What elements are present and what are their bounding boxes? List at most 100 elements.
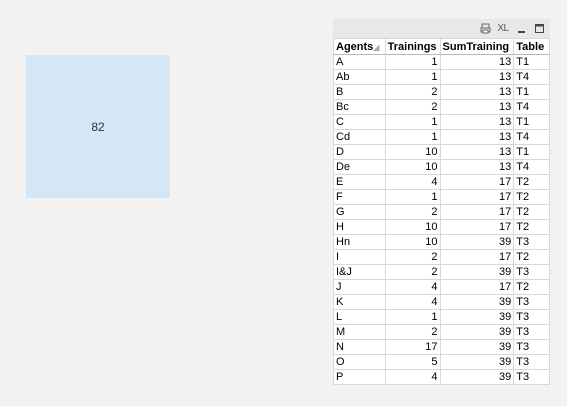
cell-sumtraining: 39 [439, 264, 515, 280]
table-row[interactable]: I 2 17 T2 [333, 249, 550, 265]
cell-table[interactable]: T4 [513, 99, 550, 115]
cell-table[interactable]: T3 [513, 294, 550, 310]
table-row[interactable]: D 10 13 T1 [333, 144, 550, 160]
cell-agent[interactable]: G [333, 204, 386, 220]
maximize-icon[interactable] [532, 22, 546, 36]
cell-agent[interactable]: Cd [333, 129, 386, 145]
cell-agent[interactable]: N [333, 339, 386, 355]
cell-trainings: 10 [384, 234, 441, 250]
table-row[interactable]: G 2 17 T2 [333, 204, 550, 220]
cell-table[interactable]: T3 [513, 234, 550, 250]
cell-agent[interactable]: K [333, 294, 386, 310]
cell-agent[interactable]: I [333, 249, 386, 265]
cell-table[interactable]: T3 [513, 354, 550, 370]
table-row[interactable]: C 1 13 T1 [333, 114, 550, 130]
cell-agent[interactable]: H [333, 219, 386, 235]
cell-table[interactable]: T1 [513, 54, 550, 70]
cell-sumtraining: 13 [439, 84, 515, 100]
cell-table[interactable]: T2 [513, 204, 550, 220]
cell-table[interactable]: T2 [513, 249, 550, 265]
print-icon[interactable] [478, 22, 492, 36]
cell-agent[interactable]: I&J [333, 264, 386, 280]
col-header-agents[interactable]: Agents◢ [333, 38, 386, 55]
cell-agent[interactable]: E [333, 174, 386, 190]
cell-agent[interactable]: M [333, 324, 386, 340]
cell-trainings: 1 [384, 129, 441, 145]
cell-table[interactable]: T4 [513, 69, 550, 85]
table-row[interactable]: Hn 10 39 T3 [333, 234, 550, 250]
table-row[interactable]: O 5 39 T3 [333, 354, 550, 370]
table-row[interactable]: A 1 13 T1 [333, 54, 550, 70]
cell-table[interactable]: T4 [513, 159, 550, 175]
cell-agent[interactable]: O [333, 354, 386, 370]
cell-table[interactable]: T2 [513, 219, 550, 235]
cell-sumtraining: 17 [439, 189, 515, 205]
cell-table[interactable]: T1 [513, 144, 550, 160]
cell-table[interactable]: T3 [513, 324, 550, 340]
cell-trainings: 2 [384, 249, 441, 265]
table-row[interactable]: M 2 39 T3 [333, 324, 550, 340]
table-row[interactable]: De 10 13 T4 [333, 159, 550, 175]
table-row[interactable]: E 4 17 T2 [333, 174, 550, 190]
cell-agent[interactable]: D [333, 144, 386, 160]
cell-agent[interactable]: Hn [333, 234, 386, 250]
col-header-agents-label: Agents [336, 40, 374, 53]
cell-trainings: 1 [384, 69, 441, 85]
cell-table[interactable]: T4 [513, 129, 550, 145]
cell-sumtraining: 13 [439, 114, 515, 130]
table-row[interactable]: N 17 39 T3 [333, 339, 550, 355]
cell-trainings: 10 [384, 159, 441, 175]
cell-table[interactable]: T3 [513, 309, 550, 325]
cell-table[interactable]: T1 [513, 114, 550, 130]
cell-sumtraining: 17 [439, 174, 515, 190]
cell-trainings: 4 [384, 279, 441, 295]
table-row[interactable]: Bc 2 13 T4 [333, 99, 550, 115]
cell-sumtraining: 39 [439, 369, 515, 385]
table-row[interactable]: J 4 17 T2 [333, 279, 550, 295]
table-header-row: Agents◢ Trainings SumTraining Table [333, 38, 550, 55]
cell-agent[interactable]: C [333, 114, 386, 130]
cell-table[interactable]: T1 [513, 84, 550, 100]
table-row[interactable]: H 10 17 T2 [333, 219, 550, 235]
cell-agent[interactable]: L [333, 309, 386, 325]
table-row[interactable]: K 4 39 T3 [333, 294, 550, 310]
minimize-icon[interactable] [514, 22, 528, 36]
col-header-table[interactable]: Table [513, 38, 550, 55]
excel-export-icon[interactable]: XL [496, 22, 510, 36]
cell-agent[interactable]: B [333, 84, 386, 100]
cell-agent[interactable]: J [333, 279, 386, 295]
table-row[interactable]: P 4 39 T3 [333, 369, 550, 385]
cell-table[interactable]: T3 [513, 264, 550, 280]
cell-table[interactable]: T3 [513, 339, 550, 355]
cell-sumtraining: 39 [439, 234, 515, 250]
cell-trainings: 4 [384, 294, 441, 310]
kpi-textbox[interactable]: 82 [26, 55, 170, 198]
agents-table: Agents◢ Trainings SumTraining Table A 1 13… [333, 38, 550, 385]
kpi-value: 82 [91, 119, 105, 134]
cell-sumtraining: 17 [439, 279, 515, 295]
cell-sumtraining: 39 [439, 339, 515, 355]
straight-table-object[interactable]: XL Agents◢ Trainings SumTraining Table A… [333, 19, 550, 385]
cell-trainings: 2 [384, 99, 441, 115]
col-header-sumtraining[interactable]: SumTraining [439, 38, 515, 55]
cell-table[interactable]: T2 [513, 174, 550, 190]
table-caption-bar: XL [333, 19, 550, 38]
cell-trainings: 17 [384, 339, 441, 355]
cell-table[interactable]: T3 [513, 369, 550, 385]
cell-agent[interactable]: F [333, 189, 386, 205]
cell-agent[interactable]: De [333, 159, 386, 175]
table-row[interactable]: I&J 2 39 T3 [333, 264, 550, 280]
cell-agent[interactable]: A [333, 54, 386, 70]
table-row[interactable]: F 1 17 T2 [333, 189, 550, 205]
cell-table[interactable]: T2 [513, 279, 550, 295]
cell-agent[interactable]: Bc [333, 99, 386, 115]
cell-table[interactable]: T2 [513, 189, 550, 205]
cell-agent[interactable]: Ab [333, 69, 386, 85]
table-row[interactable]: Cd 1 13 T4 [333, 129, 550, 145]
table-row[interactable]: Ab 1 13 T4 [333, 69, 550, 85]
cell-agent[interactable]: P [333, 369, 386, 385]
table-row[interactable]: L 1 39 T3 [333, 309, 550, 325]
table-row[interactable]: B 2 13 T1 [333, 84, 550, 100]
cell-sumtraining: 13 [439, 159, 515, 175]
col-header-trainings[interactable]: Trainings [384, 38, 441, 55]
